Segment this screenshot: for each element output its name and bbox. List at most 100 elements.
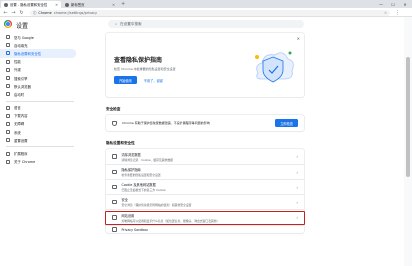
minimize-button[interactable]: — — [376, 0, 386, 8]
clipboard-icon — [6, 43, 10, 48]
list-item-cookies[interactable]: Cookie 及其他网站数据 已阻止无痕模式下的第三方 Cookie › — [106, 179, 304, 194]
sidebar-item-label: 默认浏览器 — [14, 84, 31, 89]
shield-icon — [112, 120, 117, 126]
sidebar: 您与 Google 自动填充 隐私设置和安全性 性能 外观 搜索引擎 默认浏览器… — [0, 33, 80, 266]
sidebar-item-label: 语言 — [14, 106, 21, 111]
sidebar-item-about-chrome[interactable]: 关于 Chrome — [0, 158, 80, 166]
forward-button[interactable]: → — [10, 9, 17, 16]
sidebar-item-label: 下载内容 — [14, 114, 28, 119]
address-prefix: Chrome — [38, 10, 52, 15]
menu-icon[interactable]: ⋮ — [394, 9, 401, 16]
sidebar-item-languages[interactable]: 语言 — [0, 104, 80, 112]
compass-icon — [112, 169, 117, 175]
sidebar-item-search-engine[interactable]: 搜索引擎 — [0, 74, 80, 82]
row-subtitle: 已阻止无痕模式下的第三方 Cookie — [121, 188, 166, 192]
address-url: chrome://settings/privacy — [53, 10, 98, 15]
bookmark-star-icon[interactable]: ☆ — [384, 11, 387, 15]
privacy-settings-list: 清除浏览数据 清除浏览记录、Cookie、缓存及其他数据 › 隐私保护指南 检查重要… — [105, 149, 305, 233]
tab-strip: 设置 - 隐私设置和安全性 ✕ 新标签页 ✕ + — ☐ ✕ — [0, 0, 412, 8]
privacy-section-title: 隐私设置和安全性 — [106, 141, 135, 145]
sidebar-item-privacy[interactable]: 隐私设置和安全性 — [0, 49, 76, 58]
site-info-icon[interactable]: ⓘ — [33, 10, 36, 15]
sidebar-item-accessibility[interactable]: 无障碍 — [0, 120, 80, 128]
close-window-button[interactable]: ✕ — [400, 0, 410, 8]
list-item-clear-browsing-data[interactable]: 清除浏览数据 清除浏览记录、Cookie、缓存及其他数据 › — [106, 149, 304, 164]
row-subtitle: 安全浏览（保护您免受危险网站的侵害）和其他安全设置 — [121, 203, 192, 207]
search-icon — [6, 76, 10, 81]
sidebar-item-on-startup[interactable]: 启动时 — [0, 90, 80, 98]
row-title: 安全 — [121, 198, 128, 202]
row-title: 清除浏览数据 — [121, 152, 141, 157]
search-placeholder: 在设置中搜索 — [120, 21, 142, 26]
promo-description: 检查 Chrome 中最重要的隐私设置和安全设置 — [114, 67, 176, 71]
close-icon[interactable]: ✕ — [297, 36, 300, 41]
chevron-right-icon: › — [296, 154, 298, 159]
chrome-logo-icon — [4, 20, 12, 28]
row-subtitle: 检查重要的隐私设置和安全设置 — [121, 173, 161, 177]
settings-search-input[interactable]: ⌕ 在设置中搜索 — [108, 20, 304, 28]
close-icon[interactable]: ✕ — [55, 3, 58, 7]
sidebar-item-label: 启动时 — [14, 92, 25, 97]
tab-title: 设置 - 隐私设置和安全性 — [10, 3, 48, 7]
list-item-privacy-guide[interactable]: 隐私保护指南 检查重要的隐私设置和安全设置 › — [106, 164, 304, 179]
speedometer-icon — [6, 59, 10, 64]
tab-title: 新标签页 — [71, 3, 85, 7]
new-tab-button[interactable]: + — [121, 1, 125, 7]
scrollbar[interactable] — [404, 17, 412, 266]
sidebar-divider — [6, 146, 74, 148]
sidebar-item-label: 无障碍 — [14, 122, 25, 127]
sidebar-item-default-browser[interactable]: 默认浏览器 — [0, 82, 80, 90]
person-icon — [6, 35, 10, 40]
scrollbar-thumb[interactable] — [406, 57, 410, 177]
tab-new-tab[interactable]: 新标签页 ✕ — [62, 1, 118, 8]
no-thanks-button[interactable]: 不用了，谢谢 — [142, 76, 165, 84]
address-bar[interactable]: ⓘ Chrome chrome://settings/privacy ☆ — [30, 9, 390, 16]
start-button[interactable]: 开始使用 — [114, 76, 137, 85]
new-tab-favicon-icon — [65, 2, 69, 7]
main-content: ✕ 查看隐私保护指南 检查 Chrome 中最重要的隐私设置和安全设置 开始使用… — [105, 33, 305, 233]
sidebar-item-label: 扩展程序 — [14, 152, 28, 157]
chevron-right-icon: › — [296, 199, 298, 205]
puzzle-icon — [6, 151, 10, 156]
check-now-button[interactable]: 立即检查 — [275, 118, 298, 128]
list-item-site-settings[interactable]: 网站设置 控制网站可以使用和显示什么信息（如位置信息、摄像头、弹出式窗口及其他） … — [105, 209, 305, 225]
reload-button[interactable]: ↻ — [18, 9, 25, 16]
close-icon[interactable]: ✕ — [112, 3, 115, 7]
cookie-icon — [112, 184, 117, 190]
back-button[interactable]: ← — [2, 9, 9, 16]
sidebar-item-downloads[interactable]: 下载内容 — [0, 112, 80, 120]
row-title: 隐私保护指南 — [121, 168, 141, 172]
browser-toolbar: ← → ↻ ⓘ Chrome chrome://settings/privacy… — [0, 8, 412, 17]
chevron-right-icon: › — [296, 184, 298, 190]
sidebar-item-reset[interactable]: 重置设置 — [0, 136, 80, 144]
browser-icon — [6, 84, 10, 89]
maximize-button[interactable]: ☐ — [388, 0, 398, 8]
safety-check-text: Chrome 有助于保护您免受数据泄露、不良扩展程序等问题的影响 — [122, 121, 210, 125]
list-item-privacy-sandbox[interactable]: Privacy Sandbox — [106, 225, 304, 233]
sidebar-item-you-and-google[interactable]: 您与 Google — [0, 33, 80, 41]
sidebar-item-appearance[interactable]: 外观 — [0, 66, 80, 74]
sidebar-item-label: 关于 Chrome — [14, 160, 36, 165]
sidebar-item-extensions[interactable]: 扩展程序 — [0, 149, 80, 157]
sidebar-item-autofill[interactable]: 自动填充 — [0, 41, 80, 49]
sidebar-item-label: 重置设置 — [14, 138, 28, 143]
wrench-icon — [6, 130, 10, 135]
sidebar-item-label: 系统 — [14, 130, 21, 135]
row-title: Cookie 及其他网站数据 — [121, 183, 156, 187]
tab-settings[interactable]: 设置 - 隐私设置和安全性 ✕ — [1, 1, 61, 8]
privacy-guide-illustration-icon — [255, 51, 294, 83]
sidebar-divider — [6, 100, 74, 102]
page-title: 设置 — [16, 23, 29, 30]
chevron-right-icon: › — [296, 169, 298, 175]
highlight-box — [105, 211, 305, 225]
shield-icon — [6, 51, 10, 56]
sidebar-item-system[interactable]: 系统 — [0, 128, 80, 136]
sidebar-item-label: 搜索引擎 — [14, 76, 28, 81]
sidebar-item-performance[interactable]: 性能 — [0, 58, 80, 66]
sidebar-item-label: 隐私设置和安全性 — [14, 51, 42, 56]
search-icon: ⌕ — [115, 22, 118, 26]
shield-icon — [112, 199, 117, 205]
list-item-security[interactable]: 安全 安全浏览（保护您免受危险网站的侵害）和其他安全设置 › — [106, 194, 304, 209]
privacy-guide-promo: ✕ 查看隐私保护指南 检查 Chrome 中最重要的隐私设置和安全设置 开始使用… — [106, 33, 304, 97]
accessibility-icon — [6, 121, 10, 126]
